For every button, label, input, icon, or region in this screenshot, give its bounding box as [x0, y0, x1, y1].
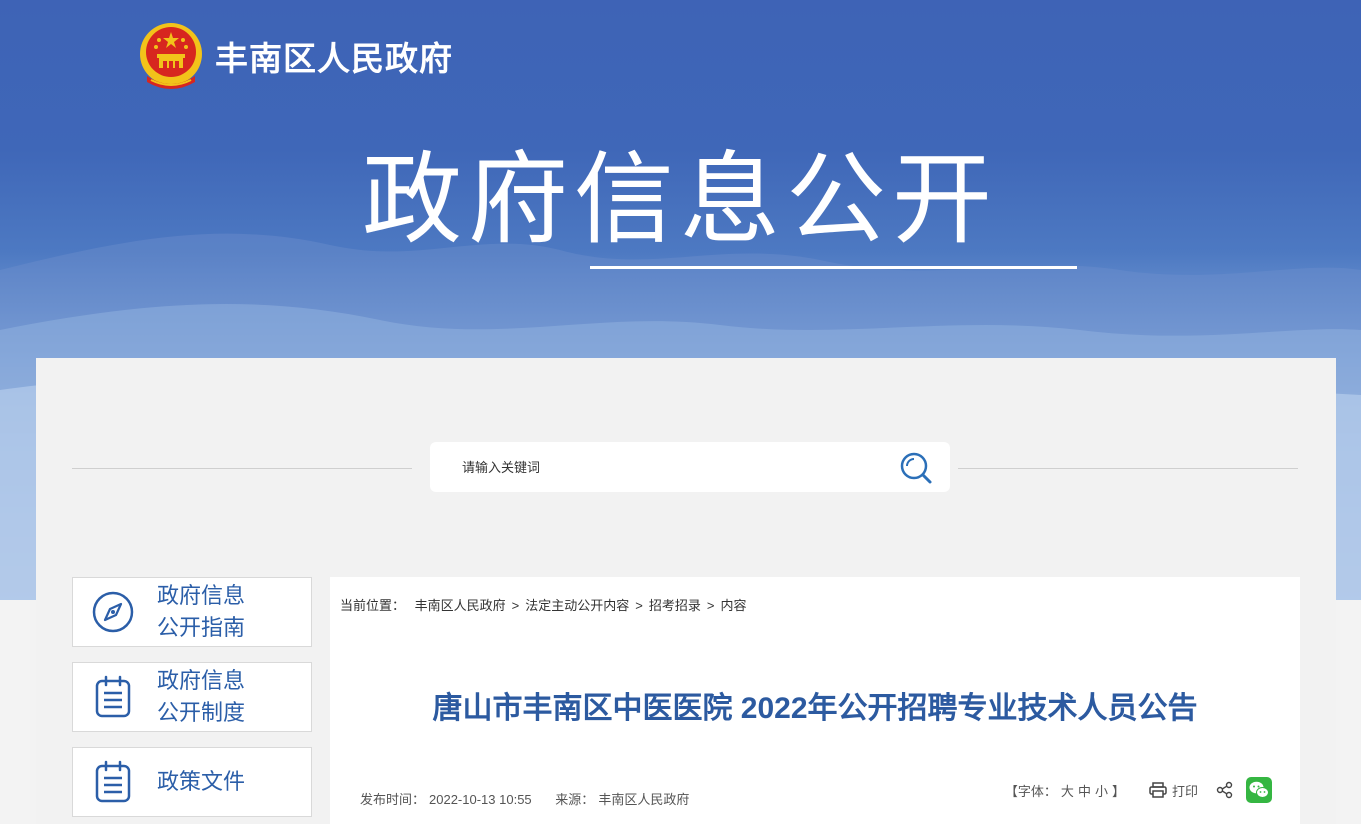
- font-size-end: 】: [1111, 783, 1125, 799]
- site-name: 丰南区人民政府: [215, 40, 453, 77]
- clipboard-icon: [95, 760, 131, 803]
- wechat-icon[interactable]: [1246, 777, 1272, 803]
- share-icon[interactable]: [1216, 781, 1234, 799]
- article-tools: 【字体： 大中小】 打印: [1003, 777, 1272, 803]
- source-value: 丰南区人民政府: [598, 792, 690, 807]
- search-input[interactable]: [460, 458, 884, 476]
- sidebar-item-disclosure-system[interactable]: 政府信息 公开制度: [72, 662, 312, 732]
- breadcrumb-separator: >: [706, 598, 715, 613]
- site-logo[interactable]: 丰南区人民政府: [137, 20, 453, 92]
- breadcrumb-link-recruitment[interactable]: 招考招录: [649, 598, 701, 613]
- breadcrumb-link-home[interactable]: 丰南区人民政府: [415, 598, 506, 613]
- font-size-medium[interactable]: 中: [1078, 784, 1091, 799]
- search-bar: [430, 442, 950, 492]
- article-meta: 发布时间： 2022-10-13 10:55 来源： 丰南区人民政府: [360, 789, 693, 808]
- breadcrumb-link-statutory[interactable]: 法定主动公开内容: [525, 598, 629, 613]
- print-label: 打印: [1171, 783, 1198, 799]
- sidebar-label-line1: 政府信息: [157, 583, 246, 608]
- breadcrumb-label: 当前位置：: [340, 598, 406, 613]
- sidebar-label-line1: 政府信息: [157, 668, 246, 693]
- breadcrumb: 当前位置： 丰南区人民政府 > 法定主动公开内容 > 招考招录 > 内容: [340, 595, 752, 614]
- search-icon[interactable]: [898, 450, 934, 486]
- breadcrumb-separator: >: [635, 598, 643, 613]
- search-divider-right: [958, 468, 1298, 469]
- publish-time-label: 发布时间：: [360, 792, 426, 807]
- publish-time: 2022-10-13 10:55: [429, 792, 532, 807]
- sidebar-item-label: 政府信息 公开指南: [157, 580, 257, 644]
- print-button[interactable]: 打印: [1149, 781, 1198, 800]
- compass-icon: [92, 591, 134, 633]
- sidebar-label-line2: 公开指南: [157, 615, 246, 640]
- font-size-large[interactable]: 大: [1061, 784, 1074, 799]
- breadcrumb-current: 内容: [720, 598, 747, 613]
- font-size-label: 【字体：: [1004, 783, 1057, 799]
- search-divider-left: [72, 468, 412, 469]
- hero-underline: [590, 266, 1077, 269]
- font-size-small[interactable]: 小: [1095, 784, 1108, 799]
- printer-icon: [1149, 782, 1167, 798]
- national-emblem-icon: [140, 23, 202, 89]
- sidebar-label-line2: 公开制度: [157, 700, 246, 725]
- page-hero-title: 政府信息公开: [362, 141, 998, 258]
- sidebar-item-policy-documents[interactable]: 政策文件: [72, 747, 312, 817]
- main-panel: 政府信息 公开指南 政府信息 公开制度 政策文件: [36, 358, 1336, 824]
- sidebar-label-line1: 政策文件: [157, 769, 246, 794]
- sidebar-item-label: 政策文件: [157, 766, 257, 798]
- source-label: 来源：: [555, 792, 595, 807]
- clipboard-icon: [95, 675, 131, 718]
- article-content: 当前位置： 丰南区人民政府 > 法定主动公开内容 > 招考招录 > 内容 唐山市丰南区中医医…: [330, 577, 1300, 824]
- sidebar-item-disclosure-guide[interactable]: 政府信息 公开指南: [72, 577, 312, 647]
- font-size-control: 【字体： 大中小】: [1003, 781, 1127, 800]
- breadcrumb-separator: >: [511, 598, 520, 613]
- sidebar-item-label: 政府信息 公开制度: [157, 665, 257, 729]
- article-title: 唐山市丰南区中医医院 2022年公开招聘专业技术人员公告: [432, 692, 1198, 725]
